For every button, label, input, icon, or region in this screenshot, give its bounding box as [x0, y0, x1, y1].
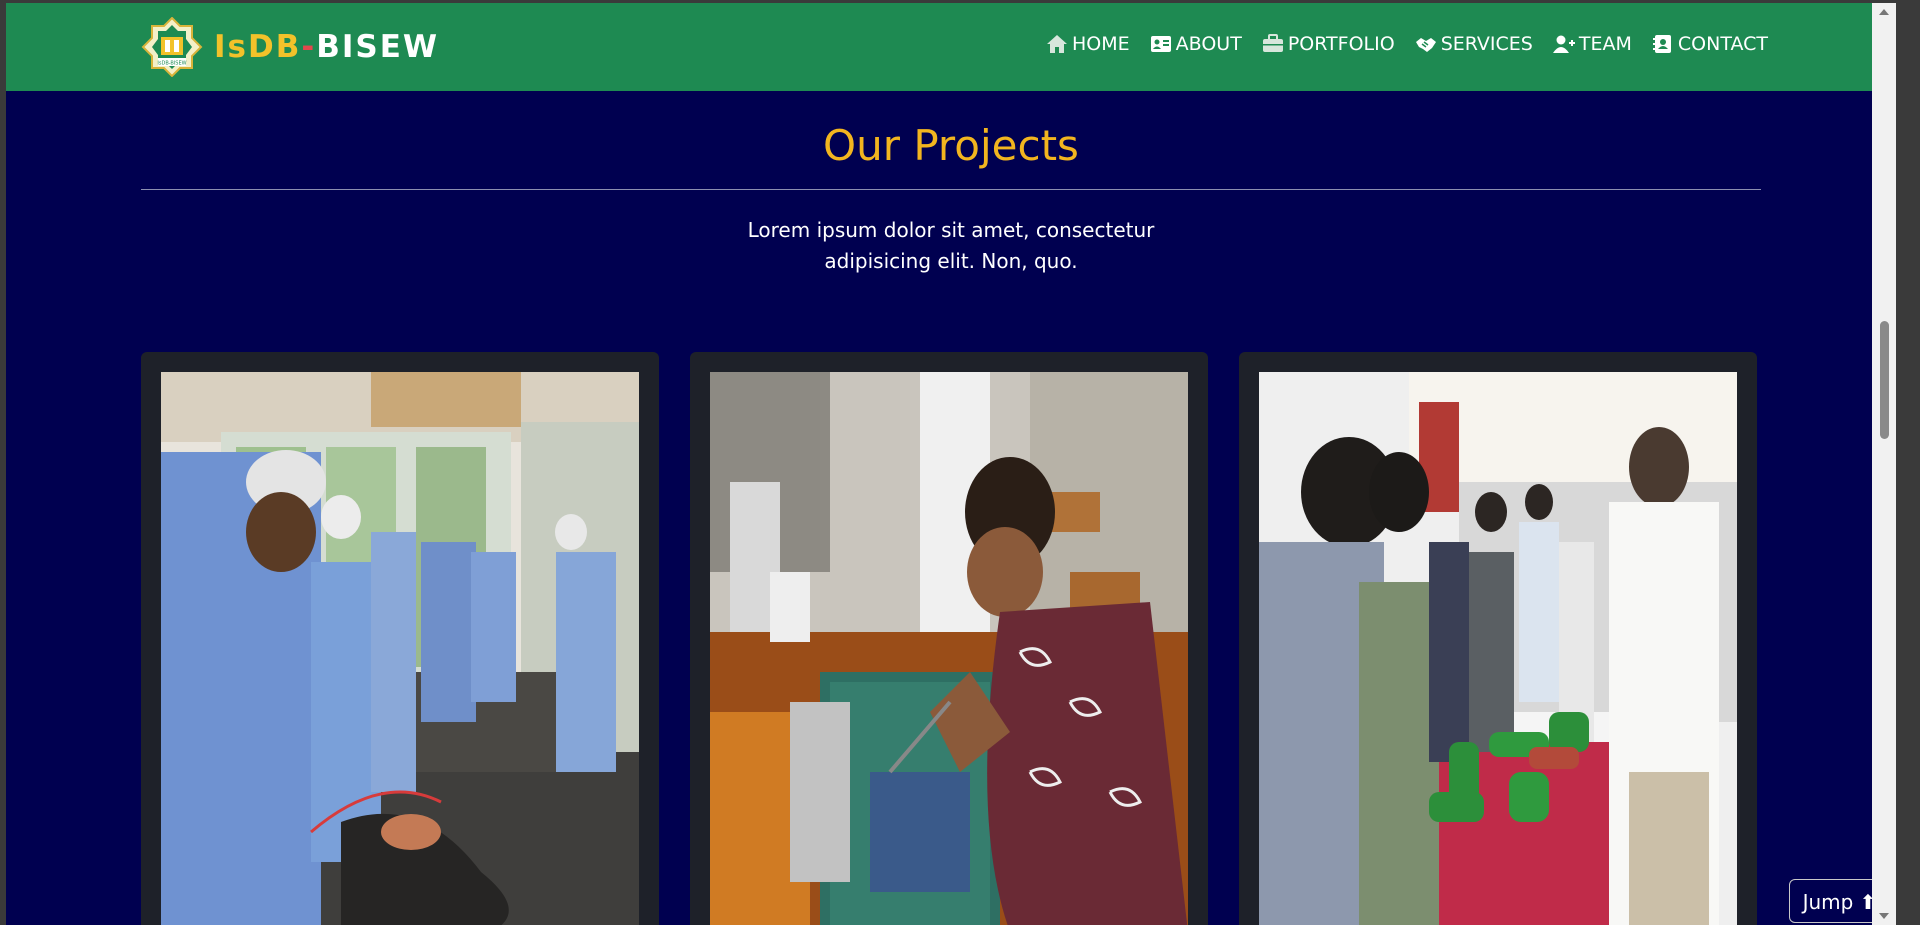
nav-services-label: SERVICES — [1440, 33, 1533, 55]
nav-about-label: ABOUT — [1175, 33, 1242, 55]
nav-home-label: HOME — [1072, 33, 1130, 55]
project-photo — [161, 372, 639, 925]
subtitle-line-1: Lorem ipsum dolor sit amet, consectetur — [747, 218, 1155, 242]
address-book-icon — [1652, 35, 1671, 53]
subtitle-line-2: adipisicing elit. Non, quo. — [824, 249, 1078, 273]
page-viewport: IsDB-BISEW IsDB-BISEW HOME ABOUT PORTFOL… — [6, 3, 1896, 925]
project-photo — [710, 372, 1188, 925]
brand-part-isdb: IsDB — [214, 29, 302, 65]
vertical-scrollbar[interactable] — [1872, 3, 1896, 925]
project-photo — [1259, 372, 1737, 925]
nav-about[interactable]: ABOUT — [1150, 33, 1242, 55]
nav-home[interactable]: HOME — [1046, 33, 1130, 55]
nav-portfolio[interactable]: PORTFOLIO — [1262, 33, 1395, 55]
section-subtitle: Lorem ipsum dolor sit amet, consectetur … — [741, 215, 1161, 277]
nav-team[interactable]: TEAM — [1552, 33, 1632, 55]
scrollbar-thumb[interactable] — [1880, 321, 1889, 439]
nav-portfolio-label: PORTFOLIO — [1287, 33, 1395, 55]
home-icon — [1047, 35, 1068, 53]
project-card[interactable] — [1239, 352, 1757, 925]
user-plus-icon — [1552, 35, 1575, 53]
nav-menu: HOME ABOUT PORTFOLIO SERVICES TEAM CONTA… — [1026, 33, 1768, 55]
nav-contact[interactable]: CONTACT — [1652, 33, 1768, 55]
handshake-icon — [1415, 38, 1436, 52]
nav-team-label: TEAM — [1578, 33, 1632, 55]
brand[interactable]: IsDB-BISEW IsDB-BISEW — [141, 17, 439, 77]
navbar: IsDB-BISEW IsDB-BISEW HOME ABOUT PORTFOL… — [6, 3, 1896, 91]
project-card[interactable] — [690, 352, 1208, 925]
brand-separator: - — [301, 29, 317, 65]
svg-text:IsDB-BISEW: IsDB-BISEW — [157, 61, 186, 67]
section-title: Our Projects — [823, 121, 1079, 170]
brand-name: IsDB-BISEW — [214, 29, 439, 65]
id-card-icon — [1150, 36, 1171, 52]
nav-contact-label: CONTACT — [1677, 33, 1768, 55]
isdb-bisew-logo-icon: IsDB-BISEW — [141, 17, 203, 77]
scroll-down-arrow-icon[interactable] — [1879, 913, 1889, 919]
briefcase-icon — [1262, 34, 1283, 52]
section-divider — [141, 189, 1761, 190]
nav-services[interactable]: SERVICES — [1415, 33, 1533, 55]
brand-part-bisew: BISEW — [316, 29, 440, 65]
scroll-up-arrow-icon[interactable] — [1879, 9, 1889, 15]
project-card[interactable] — [141, 352, 659, 925]
